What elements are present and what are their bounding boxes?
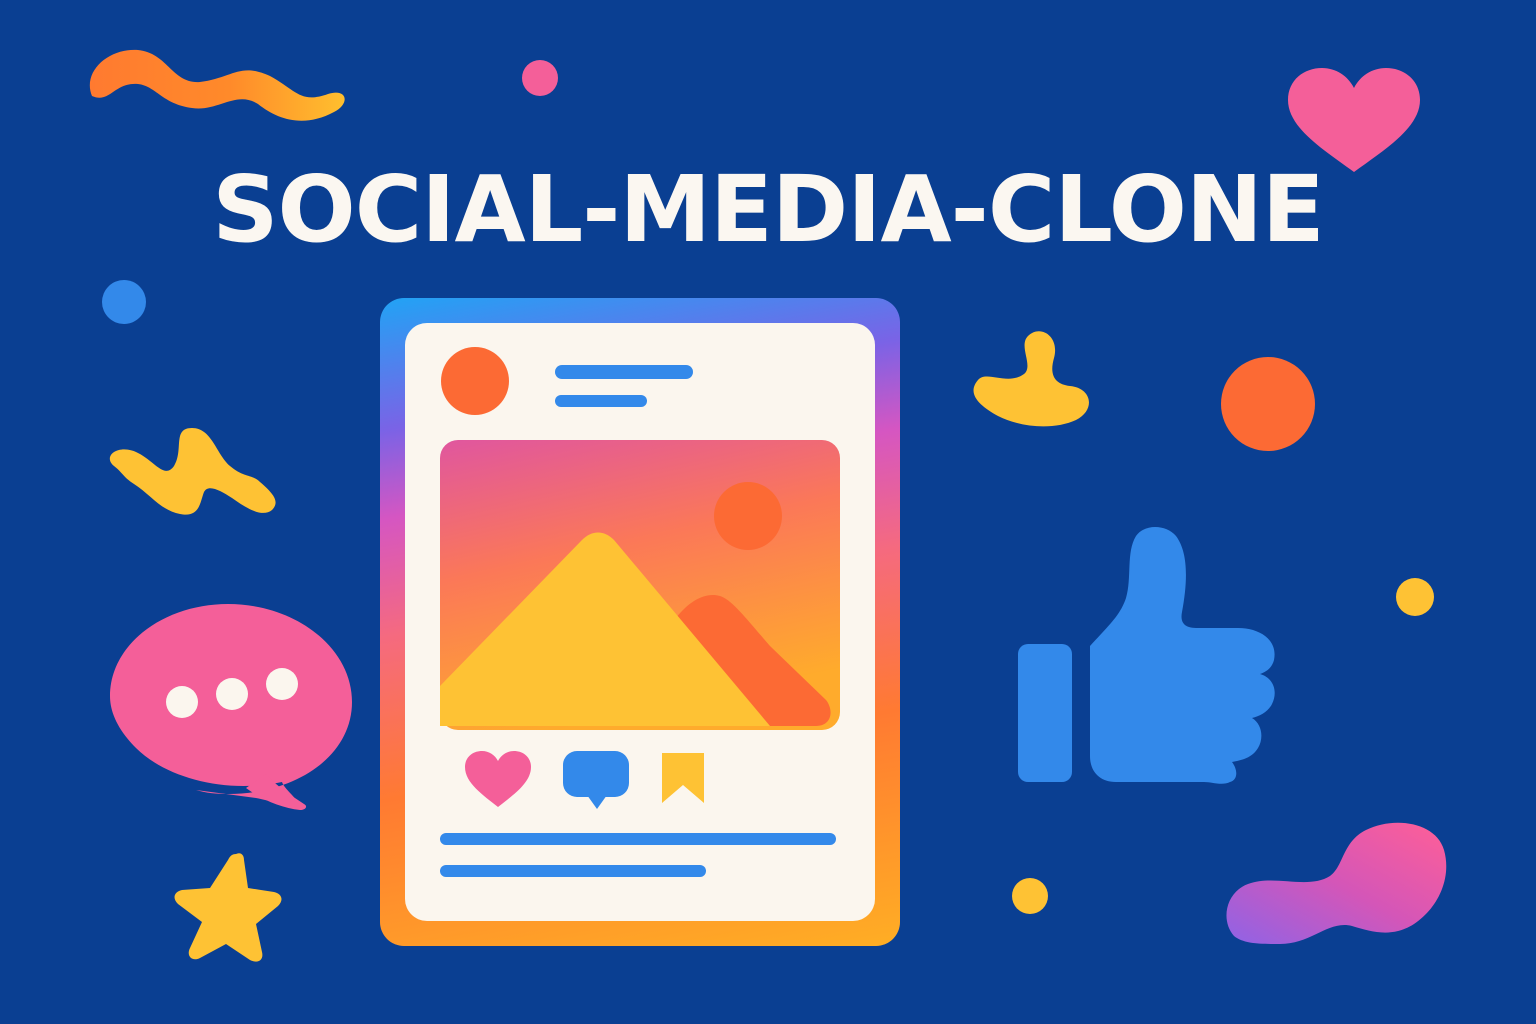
bookmark-icon[interactable] xyxy=(660,751,706,805)
star-icon xyxy=(174,853,282,962)
poster-scene: SOCIAL-MEDIA-CLONE xyxy=(0,0,1536,1024)
blob-gradient-decoration xyxy=(1226,822,1447,944)
blob-yellow-decoration xyxy=(973,331,1089,427)
dot-yellow-bottom xyxy=(1012,878,1048,914)
avatar-circle-icon xyxy=(441,347,509,415)
post-card xyxy=(380,298,900,946)
landscape-image-icon xyxy=(440,440,840,730)
post-card-body xyxy=(405,323,875,921)
dot-blue-left xyxy=(102,280,146,324)
post-header-lines xyxy=(555,365,693,407)
dot-orange-right xyxy=(1221,357,1315,451)
comment-icon[interactable] xyxy=(561,749,631,811)
dot-yellow-right xyxy=(1396,578,1434,616)
post-caption-lines xyxy=(440,833,836,877)
page-title: SOCIAL-MEDIA-CLONE xyxy=(212,156,1325,263)
squiggle-yellow-decoration xyxy=(109,428,276,515)
thumbs-up-icon xyxy=(1018,527,1275,784)
dot-pink-top xyxy=(522,60,558,96)
speech-bubble-icon xyxy=(110,604,352,810)
heart-icon[interactable] xyxy=(463,749,533,809)
